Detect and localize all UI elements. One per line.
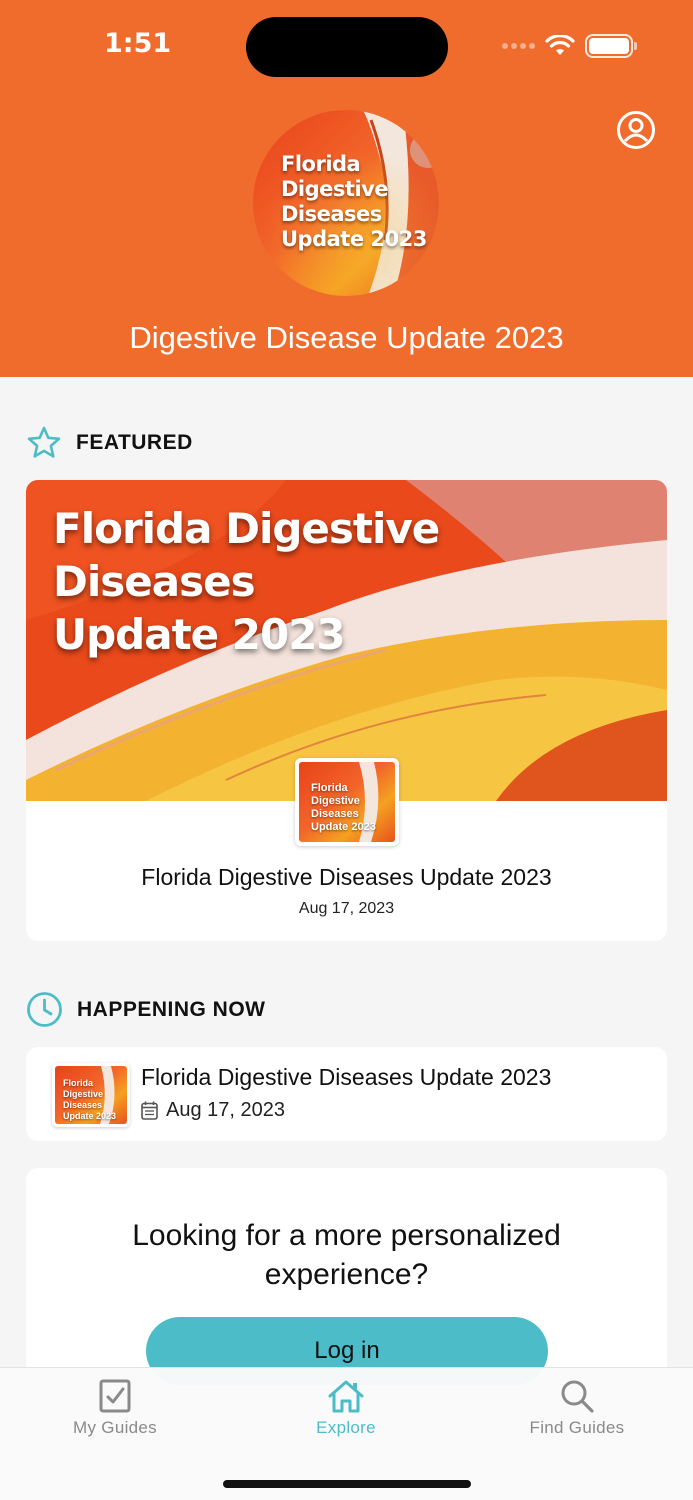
featured-event-date: Aug 17, 2023 bbox=[298, 900, 395, 917]
status-icons bbox=[502, 32, 637, 60]
happening-now-thumbnail: Florida Digestive Diseases Update 2023 bbox=[52, 1063, 130, 1127]
home-indicator bbox=[223, 1480, 471, 1488]
login-prompt-text: Looking for a more personalized experien… bbox=[132, 1219, 561, 1291]
cellular-signal-icon bbox=[502, 43, 535, 49]
home-icon bbox=[328, 1380, 364, 1413]
featured-section-header: FEATURED bbox=[26, 425, 193, 461]
happening-now-event-date: Aug 17, 2023 bbox=[166, 1099, 285, 1121]
checklist-icon bbox=[99, 1379, 131, 1413]
logo-wordmark: Florida Digestive Diseases Update 2023 bbox=[281, 152, 427, 251]
featured-thumbnail: Florida Digestive Diseases Update 2023 bbox=[295, 758, 399, 846]
wifi-icon bbox=[545, 35, 575, 55]
star-icon bbox=[27, 426, 61, 458]
tab-explore-label: Explore bbox=[316, 1418, 376, 1437]
profile-icon[interactable] bbox=[616, 110, 656, 150]
tab-my-guides-label: My Guides bbox=[73, 1418, 157, 1437]
event-logo: Florida Digestive Diseases Update 2023 bbox=[253, 110, 439, 296]
happening-now-label: HAPPENING NOW bbox=[77, 997, 266, 1021]
tab-explore[interactable]: Explore bbox=[266, 1378, 426, 1438]
clock-icon bbox=[27, 992, 62, 1027]
search-icon bbox=[561, 1380, 594, 1413]
happening-now-date-row: Aug 17, 2023 bbox=[141, 1099, 285, 1122]
featured-label: FEATURED bbox=[76, 431, 193, 454]
event-header: 1:51 Florida Digestive Diseases Update 2… bbox=[0, 0, 693, 377]
dynamic-island bbox=[246, 17, 448, 77]
battery-icon bbox=[585, 34, 637, 58]
login-prompt-card: Looking for a more personalized experien… bbox=[26, 1168, 667, 1388]
tab-find-guides[interactable]: Find Guides bbox=[497, 1378, 657, 1438]
featured-event-card[interactable]: Florida Digestive Diseases Update 2023 F… bbox=[26, 480, 667, 941]
event-title: Digestive Disease Update 2023 bbox=[129, 320, 564, 355]
happening-now-event-name: Florida Digestive Diseases Update 2023 bbox=[141, 1064, 552, 1090]
happening-now-card[interactable]: Florida Digestive Diseases Update 2023 F… bbox=[26, 1047, 667, 1141]
calendar-icon bbox=[141, 1101, 158, 1120]
tab-my-guides[interactable]: My Guides bbox=[35, 1378, 195, 1438]
featured-event-name: Florida Digestive Diseases Update 2023 bbox=[141, 864, 552, 890]
happening-now-section-header: HAPPENING NOW bbox=[26, 991, 266, 1028]
tab-find-guides-label: Find Guides bbox=[529, 1418, 625, 1437]
featured-banner-wordmark: Florida Digestive Diseases Update 2023 bbox=[53, 504, 440, 659]
status-time: 1:51 bbox=[104, 28, 172, 59]
